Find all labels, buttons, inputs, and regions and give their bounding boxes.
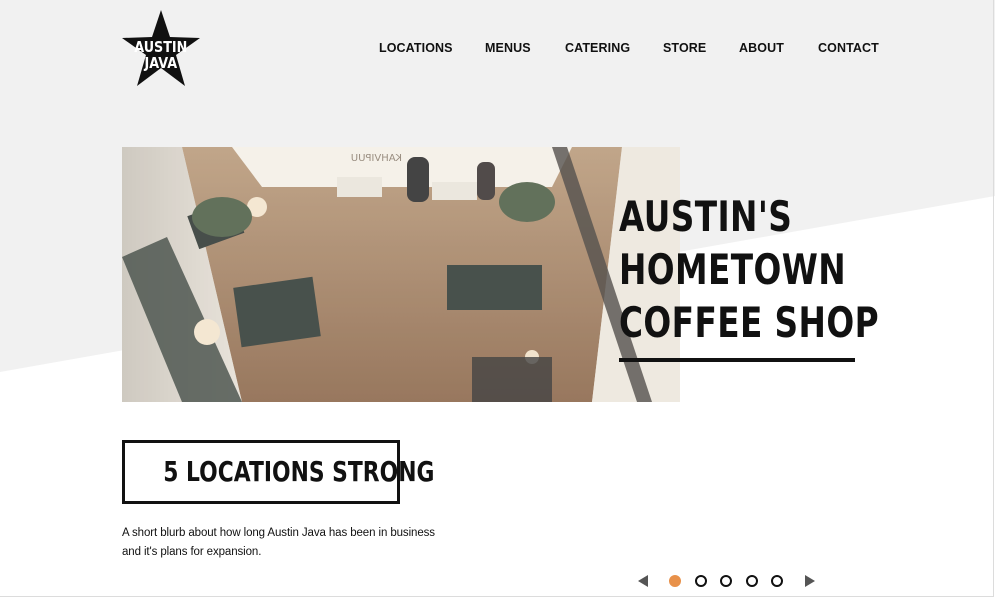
nav-catering[interactable]: CATERING [565, 41, 630, 55]
locations-blurb: A short blurb about how long Austin Java… [122, 527, 435, 558]
carousel-dot-5[interactable] [771, 575, 783, 587]
carousel-dot-3[interactable] [720, 575, 732, 587]
headline-underline [619, 358, 855, 362]
hero-headline: AUSTIN'S HOMETOWN COFFEE SHOP [619, 190, 879, 349]
carousel-controls [634, 571, 824, 591]
carousel-prev-arrow-icon[interactable] [638, 575, 648, 587]
austin-java-logo[interactable]: AUSTIN JAVA [120, 10, 202, 88]
nav-locations[interactable]: LOCATIONS [379, 41, 453, 55]
locations-badge-text: 5 LOCATIONS STRONG [163, 455, 435, 488]
nav-menus[interactable]: MENUS [485, 41, 531, 55]
nav-about[interactable]: ABOUT [739, 41, 784, 55]
headline-line-1: AUSTIN'S [619, 192, 793, 241]
logo-text-line2: JAVA [144, 55, 178, 72]
headline-line-3: COFFEE SHOP [619, 298, 879, 347]
headline-line-2: HOMETOWN [619, 245, 847, 294]
locations-badge: 5 LOCATIONS STRONG [122, 440, 434, 504]
star-logo-icon: AUSTIN JAVA [122, 10, 200, 86]
carousel-dot-1[interactable] [669, 575, 681, 587]
hero-cafe-photo: KAHVIPUU [122, 147, 680, 402]
carousel-next-arrow-icon[interactable] [805, 575, 815, 587]
logo-text-line1: AUSTIN [134, 39, 187, 56]
nav-contact[interactable]: CONTACT [818, 41, 879, 55]
carousel-dot-2[interactable] [695, 575, 707, 587]
carousel-dot-4[interactable] [746, 575, 758, 587]
nav-store[interactable]: STORE [663, 41, 706, 55]
